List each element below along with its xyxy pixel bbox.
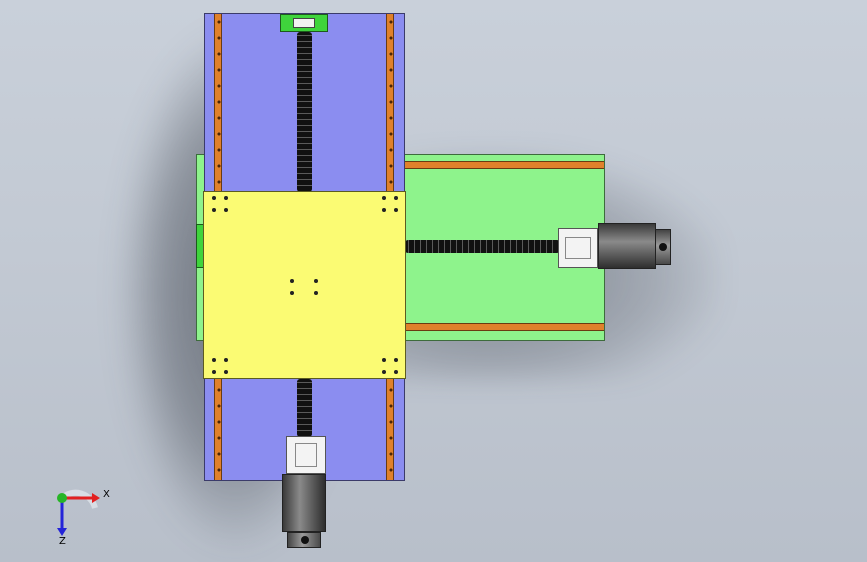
mount-hole (394, 370, 398, 374)
vertical-ball-screw-upper (297, 32, 312, 192)
bearing-housing (565, 237, 591, 259)
mount-hole (224, 358, 228, 362)
mount-hole (382, 196, 386, 200)
end-block-cap (293, 18, 315, 28)
mount-hole (224, 196, 228, 200)
horizontal-stepper-motor[interactable] (598, 223, 656, 269)
center-hole (290, 279, 294, 283)
motor-shaft-icon (659, 243, 667, 251)
vertical-end-block (280, 14, 328, 32)
mount-hole (382, 358, 386, 362)
z-axis-arrowhead (57, 528, 67, 536)
mount-hole (224, 208, 228, 212)
triad-arc (59, 489, 98, 509)
horizontal-guide-rail-top (405, 161, 604, 169)
vertical-ball-screw-lower (297, 379, 312, 437)
x-axis-arrowhead (92, 493, 100, 503)
x-axis-label: X (103, 489, 110, 500)
motor-shaft-icon (301, 536, 309, 544)
work-table[interactable] (203, 191, 406, 379)
horizontal-bearing-block (558, 228, 598, 268)
vertical-bearing-block (286, 436, 326, 474)
mount-hole (394, 208, 398, 212)
horizontal-ball-screw (405, 240, 560, 253)
center-hole (314, 279, 318, 283)
horizontal-motor-end-cap (655, 229, 671, 265)
vertical-motor-end-cap (287, 532, 321, 548)
mount-hole (394, 196, 398, 200)
mount-hole (212, 196, 216, 200)
center-hole (314, 291, 318, 295)
mount-hole (382, 370, 386, 374)
mount-hole (382, 208, 386, 212)
y-axis-dot (57, 493, 67, 503)
mount-hole (212, 208, 216, 212)
vertical-stepper-motor[interactable] (282, 474, 326, 532)
horizontal-guide-rail-bottom (405, 323, 604, 331)
mount-hole (212, 370, 216, 374)
coordinate-triad: X Z (57, 489, 110, 547)
center-hole (290, 291, 294, 295)
z-axis-label: Z (59, 536, 66, 547)
mount-hole (394, 358, 398, 362)
mount-hole (224, 370, 228, 374)
bearing-housing (295, 443, 317, 467)
mount-hole (212, 358, 216, 362)
